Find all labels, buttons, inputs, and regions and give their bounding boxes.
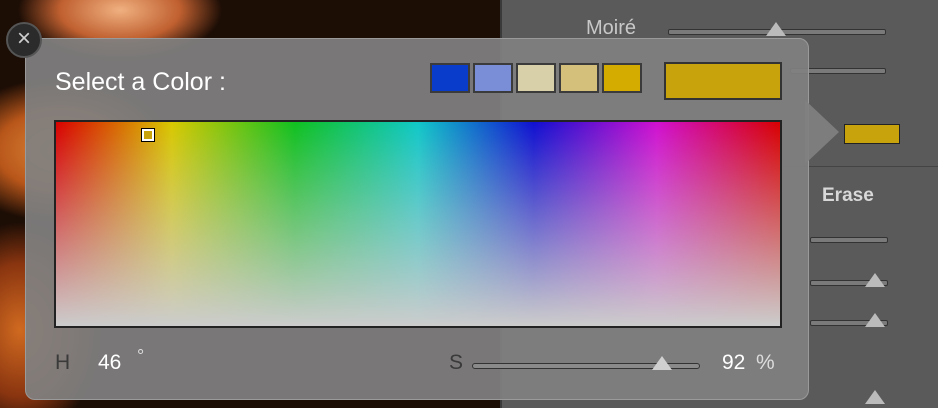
hue-unit: ° [137,346,145,366]
saturation-value[interactable]: 92 [722,351,745,375]
preset-swatch[interactable] [516,63,556,93]
color-spectrum[interactable] [54,120,782,328]
preset-swatch[interactable] [430,63,470,93]
preset-swatch[interactable] [559,63,599,93]
panel-slider-thumb[interactable] [865,313,885,327]
saturation-label: S [449,351,464,374]
preset-swatch[interactable] [602,63,642,93]
saturation-slider-thumb[interactable] [651,356,672,370]
saturation-unit: % [756,351,775,374]
popup-title: Select a Color : [55,68,226,96]
mask-color-swatch[interactable] [844,124,900,144]
panel-slider[interactable] [810,237,888,243]
preset-swatches [430,63,642,93]
erase-label[interactable]: Erase [822,185,874,207]
hue-value[interactable]: 46 [98,351,121,375]
moire-label: Moiré [586,17,637,39]
panel-slider-thumb[interactable] [865,390,885,404]
color-picker-handle[interactable] [141,128,155,142]
current-color-swatch [664,62,782,100]
popup-pointer [805,100,839,164]
preset-swatch[interactable] [473,63,513,93]
close-button[interactable]: × [6,22,42,58]
hue-label: H [55,351,71,374]
panel-slider-thumb[interactable] [865,273,885,287]
moire-slider-thumb[interactable] [766,22,786,36]
